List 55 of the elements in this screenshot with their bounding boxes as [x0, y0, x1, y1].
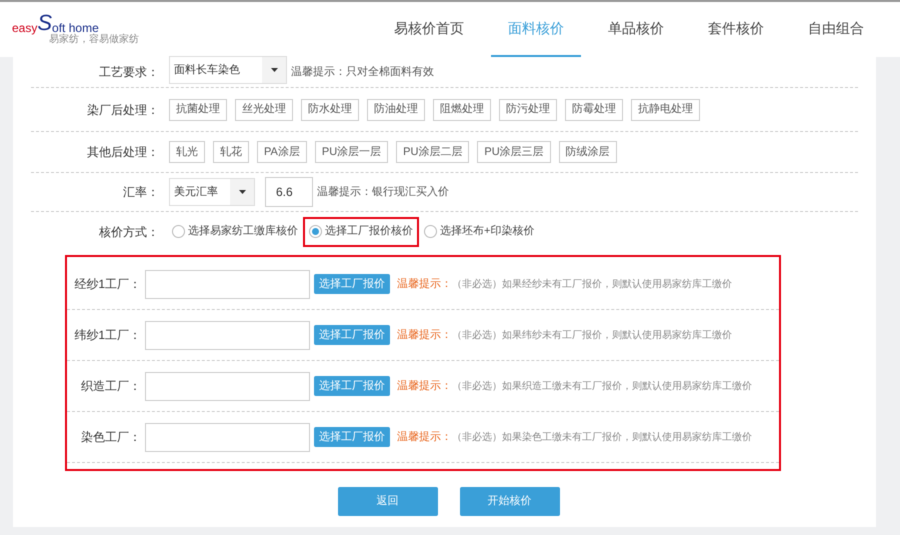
option-button[interactable]: PU涂层二层	[396, 141, 470, 163]
field-label: 经纱1工厂：	[74, 276, 141, 293]
field-label: 汇率：	[123, 184, 159, 201]
process-select[interactable]: 面料长车染色	[169, 56, 287, 84]
option-button[interactable]: 抗菌处理	[169, 98, 227, 120]
option-button[interactable]: PA涂层	[257, 141, 307, 163]
hint-text: （非必选）如果经纱未有工厂报价，则默认使用易家纺库工缴价	[452, 278, 732, 292]
nav-tab[interactable]: 自由组合	[791, 2, 881, 57]
factory-field[interactable]	[145, 422, 310, 452]
radio-icon[interactable]	[172, 225, 185, 238]
field-label: 工艺要求：	[99, 64, 159, 81]
hint-label: 温馨提示：	[397, 378, 452, 394]
option-button[interactable]: 防油处理	[367, 98, 425, 120]
radio-option[interactable]: 选择坯布+印染核价	[421, 216, 538, 246]
logo-tagline: 易家纺，容易做家纺	[49, 32, 140, 47]
hint-text: （非必选）如果织造工缴未有工厂报价，则默认使用易家纺库工缴价	[452, 380, 752, 394]
hint-label: 温馨提示：	[397, 328, 452, 343]
field-label: 染色工厂：	[81, 429, 141, 446]
option-button[interactable]: 轧光	[169, 141, 205, 163]
factory-field[interactable]	[145, 270, 310, 298]
option-button[interactable]: 防水处理	[301, 98, 359, 120]
field-label: 织造工厂：	[81, 378, 141, 395]
option-button[interactable]: 阻燃处理	[433, 98, 491, 120]
factory-field[interactable]	[145, 320, 310, 350]
radio-option[interactable]: 选择工厂报价核价	[303, 216, 419, 246]
radio-icon[interactable]	[424, 225, 437, 238]
option-button[interactable]: 轧花	[213, 141, 249, 163]
option-button[interactable]: 防绒涂层	[558, 141, 617, 163]
field-label: 纬纱1工厂：	[74, 327, 141, 344]
caret-icon	[270, 68, 278, 72]
hint-text: 温馨提示：只对全棉面料有效	[291, 64, 434, 80]
option-button[interactable]: 防污处理	[499, 98, 557, 120]
option-button[interactable]: 丝光处理	[235, 98, 293, 120]
hint-label: 温馨提示：	[397, 430, 452, 445]
option-button[interactable]: 防霉处理	[565, 98, 623, 120]
option-button[interactable]: PU涂层一层	[314, 141, 388, 163]
field-label: 其他后处理：	[87, 144, 159, 161]
radio-option[interactable]: 选择易家纺工缴库核价	[169, 216, 301, 246]
factory-field[interactable]	[145, 372, 310, 400]
caret-icon	[238, 190, 246, 194]
logo[interactable]: easySoft home	[12, 12, 372, 34]
currency-select[interactable]: 美元汇率	[169, 178, 255, 206]
field-label: 核价方式：	[99, 224, 159, 240]
nav-tab[interactable]: 易核价首页	[377, 2, 481, 57]
hint-text: 温馨提示：银行现汇买入价	[317, 184, 449, 200]
radio-icon[interactable]	[309, 225, 322, 238]
rate-field[interactable]: 6.6	[265, 177, 313, 207]
hint-text: （非必选）如果纬纱未有工厂报价，则默认使用易家纺库工缴价	[452, 328, 732, 342]
option-button[interactable]: 抗静电处理	[631, 98, 700, 120]
option-button[interactable]: PU涂层三层	[477, 141, 551, 163]
nav-tab[interactable]: 套件核价	[691, 2, 781, 57]
field-label: 染厂后处理：	[87, 102, 159, 118]
hint-label: 温馨提示：	[397, 276, 452, 292]
hint-text: （非必选）如果染色工缴未有工厂报价，则默认使用易家纺库工缴价	[452, 430, 752, 444]
nav-tab[interactable]: 单品核价	[591, 2, 681, 57]
